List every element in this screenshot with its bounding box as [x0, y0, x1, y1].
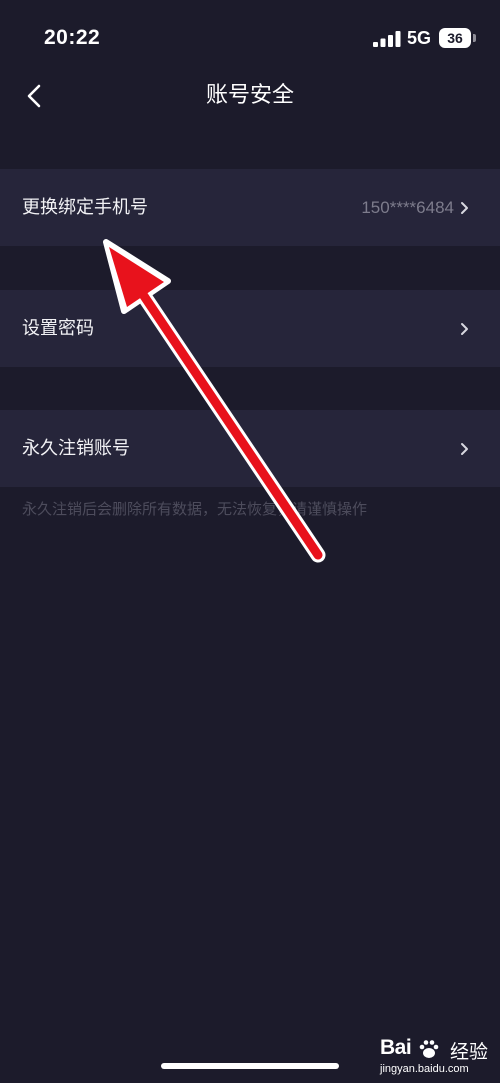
delete-account-hint: 永久注销后会删除所有数据，无法恢复，请谨慎操作: [22, 500, 368, 518]
watermark-brand: Bai: [380, 1036, 412, 1059]
annotation-arrow: [103, 239, 326, 563]
set-password-label: 设置密码: [22, 318, 94, 339]
change-phone-label: 更换绑定手机号: [22, 197, 148, 218]
status-time: 20:22: [44, 26, 101, 49]
chevron-right-icon: [461, 443, 468, 455]
status-bar: 20:22 5G 36: [0, 0, 500, 80]
chevron-right-icon: [461, 323, 468, 335]
network-label: 5G: [407, 28, 432, 48]
paw-icon: [419, 1040, 439, 1058]
home-indicator: [161, 1063, 339, 1069]
delete-account-row[interactable]: 永久注销账号: [0, 410, 500, 487]
change-phone-row[interactable]: 更换绑定手机号 150****6484: [0, 169, 500, 246]
watermark-domain: jingyan.baidu.com: [380, 1063, 469, 1075]
delete-account-label: 永久注销账号: [22, 438, 130, 459]
baidu-jingyan-watermark: Bai 经验 jingyan.baidu.com: [380, 1036, 496, 1080]
phone-number-value: 150****6484: [361, 198, 454, 217]
battery-icon: 36: [439, 28, 471, 48]
battery-tip: [473, 34, 476, 42]
signal-bars-icon: [373, 31, 401, 47]
page-title: 账号安全: [205, 83, 294, 108]
chevron-right-icon: [461, 202, 468, 214]
watermark-product: 经验: [450, 1041, 489, 1063]
set-password-row[interactable]: 设置密码: [0, 290, 500, 367]
